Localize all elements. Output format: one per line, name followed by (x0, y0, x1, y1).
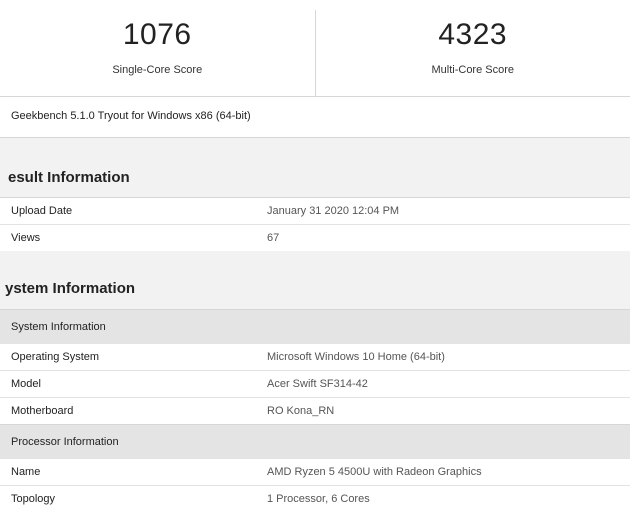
table-row: Upload Date January 31 2020 12:04 PM (0, 197, 630, 224)
multi-core-score-box: 4323 Multi-Core Score (316, 10, 631, 96)
table-row: Views 67 (0, 224, 630, 251)
version-text: Geekbench 5.1.0 Tryout for Windows x86 (… (11, 110, 251, 122)
row-value: Microsoft Windows 10 Home (64-bit) (267, 351, 445, 363)
table-row: Model Acer Swift SF314-42 (0, 370, 630, 397)
row-value: 1 Processor, 6 Cores (267, 493, 370, 505)
table-row: Motherboard RO Kona_RN (0, 397, 630, 424)
system-information-table: System Information Operating System Micr… (0, 309, 630, 512)
row-value: AMD Ryzen 5 4500U with Radeon Graphics (267, 466, 482, 478)
version-bar: Geekbench 5.1.0 Tryout for Windows x86 (… (0, 97, 630, 138)
group-header-label: System Information (11, 321, 106, 333)
row-name: Name (11, 466, 41, 478)
row-name: Operating System (11, 351, 100, 363)
score-panel: 1076 Single-Core Score 4323 Multi-Core S… (0, 10, 630, 97)
row-value: Acer Swift SF314-42 (267, 378, 368, 390)
system-information-title: ystem Information (5, 280, 136, 297)
row-name: Topology (11, 493, 56, 505)
row-value: 67 (267, 232, 280, 244)
single-core-score-label: Single-Core Score (112, 64, 203, 76)
row-name: Views (11, 232, 41, 244)
result-information-title: esult Information (8, 169, 130, 186)
table-row: Name AMD Ryzen 5 4500U with Radeon Graph… (0, 458, 630, 485)
geekbench-result-page: 1076 Single-Core Score 4323 Multi-Core S… (0, 0, 640, 521)
result-section-header-band (0, 138, 630, 197)
row-name: Upload Date (11, 205, 73, 217)
row-value: RO Kona_RN (267, 405, 335, 417)
row-value: January 31 2020 12:04 PM (267, 205, 400, 217)
group-header-label: Processor Information (11, 436, 119, 448)
result-information-table: Upload Date January 31 2020 12:04 PM Vie… (0, 197, 630, 252)
table-group-header: Processor Information (0, 424, 630, 458)
table-row: Topology 1 Processor, 6 Cores (0, 485, 630, 512)
row-name: Motherboard (11, 405, 74, 417)
table-group-header: System Information (0, 309, 630, 343)
row-name: Model (11, 378, 41, 390)
table-row: Operating System Microsoft Windows 10 Ho… (0, 343, 630, 370)
multi-core-score-value: 4323 (438, 18, 508, 51)
single-core-score-box: 1076 Single-Core Score (0, 10, 316, 96)
multi-core-score-label: Multi-Core Score (431, 64, 515, 76)
single-core-score-value: 1076 (122, 18, 192, 51)
